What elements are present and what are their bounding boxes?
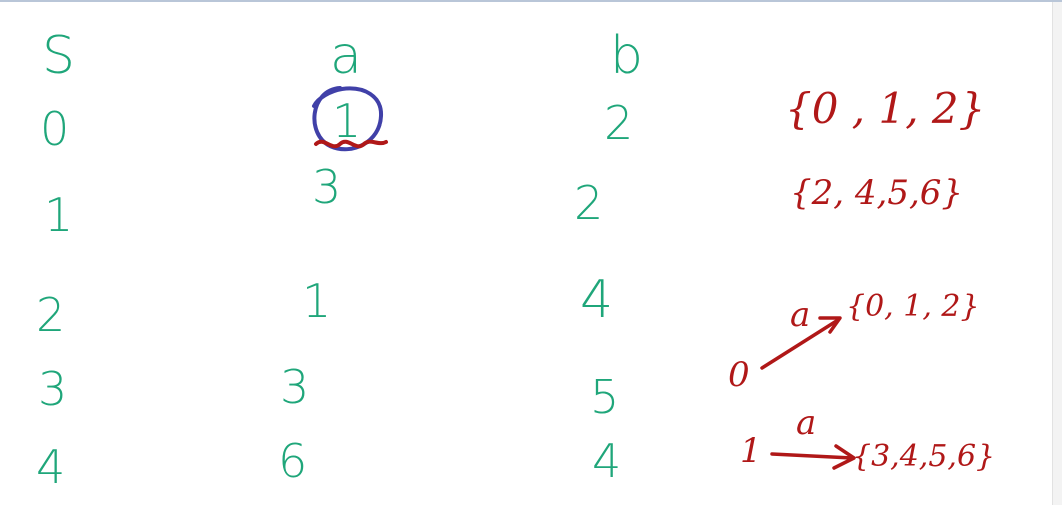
transition-1-from: 0	[728, 355, 750, 395]
header-b: b	[610, 26, 644, 86]
row-0-s: 0	[40, 102, 70, 156]
note-set-1: {0 , 1, 2}	[785, 84, 986, 133]
header-a: a	[330, 26, 362, 86]
row-2-a: 1	[302, 274, 332, 328]
row-1-a: 3	[312, 160, 342, 214]
row-1-b: 2	[574, 176, 604, 230]
row-4-b: 4	[592, 434, 622, 488]
row-4-a: 6	[278, 434, 308, 488]
transition-2-arrowhead	[832, 444, 856, 470]
transition-2-arrow	[770, 452, 854, 460]
row-2-s: 2	[36, 288, 66, 342]
row-0-b: 2	[604, 96, 634, 150]
whiteboard-canvas: S a b 0 1 2 1 3 2 2 1 4 3 3 5 4 6 4 {0 ,…	[0, 0, 1062, 505]
row-3-b: 5	[590, 370, 620, 424]
row-0-a: 1	[332, 94, 362, 148]
transition-2-from: 1	[740, 431, 762, 471]
transition-1-target: {0, 1, 2}	[846, 289, 980, 324]
ink-overlay	[312, 86, 856, 470]
row-1-s: 1	[44, 188, 74, 242]
note-set-2: {2, 4,5,6}	[790, 173, 964, 213]
transition-2-label: a	[796, 403, 817, 443]
transition-2-target: {3,4,5,6}	[852, 439, 996, 474]
row-2-b: 4	[580, 270, 614, 330]
row-4-s: 4	[36, 440, 66, 494]
header-s: S	[42, 26, 76, 86]
row-3-a: 3	[280, 360, 310, 414]
row-3-s: 3	[38, 362, 68, 416]
transition-1-label: a	[790, 295, 811, 335]
transition-1-arrowhead	[818, 316, 842, 334]
